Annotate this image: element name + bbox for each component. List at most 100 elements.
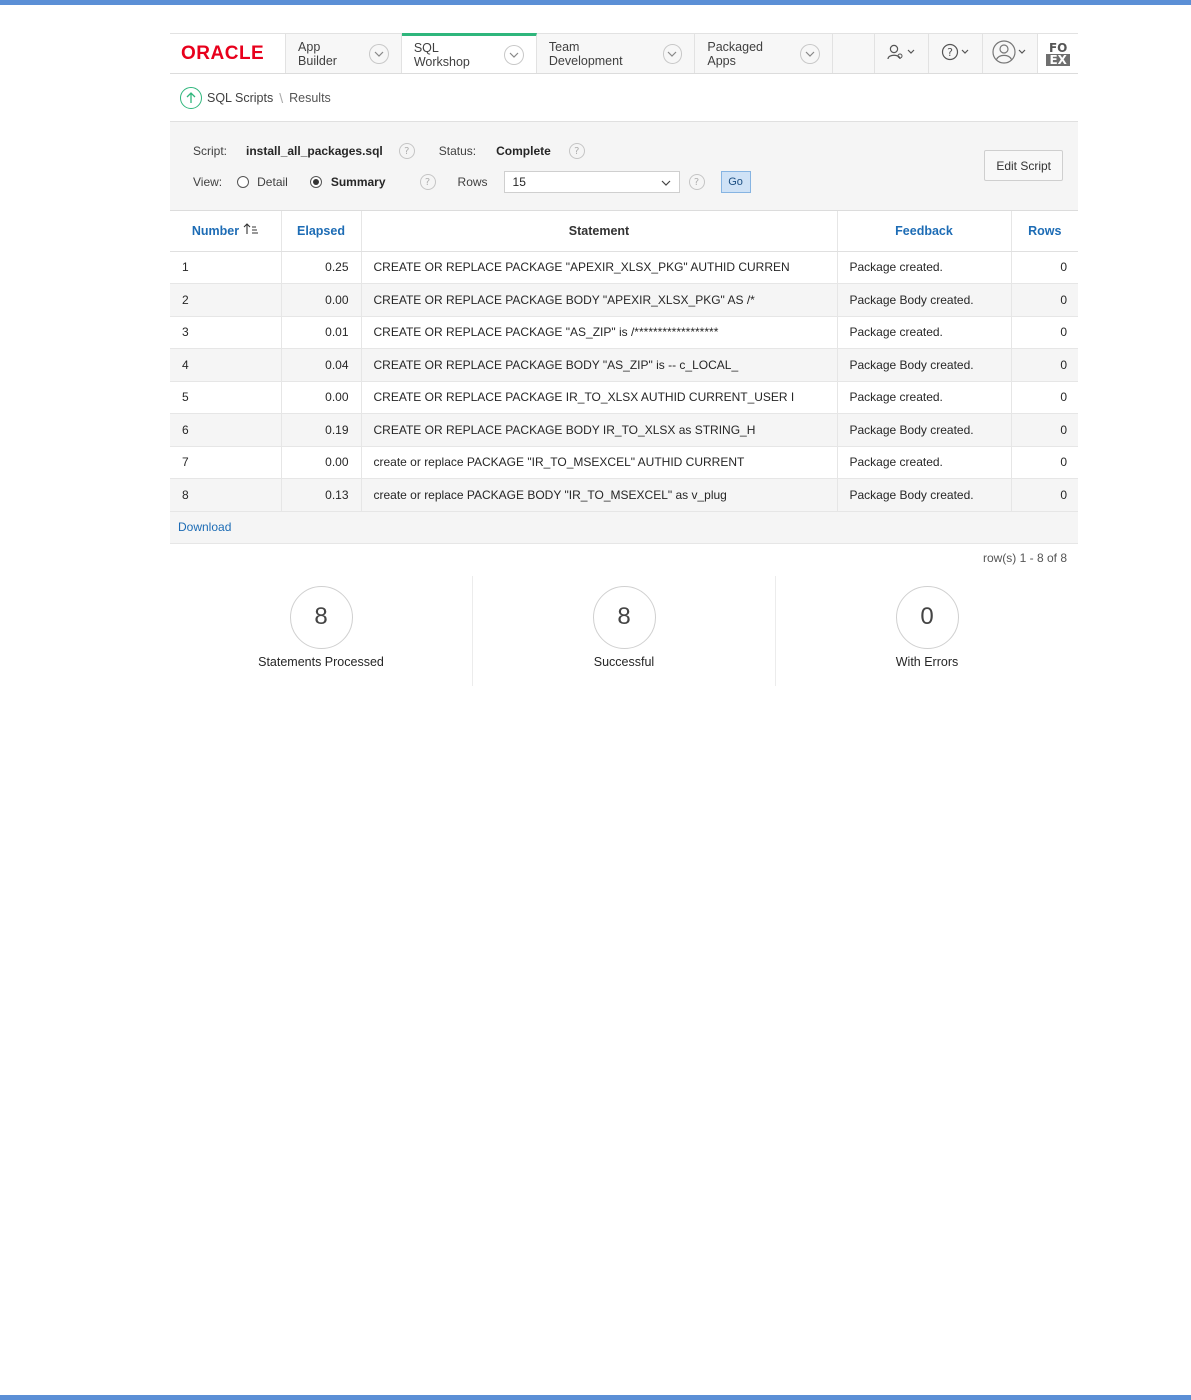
- cell-elapsed: 0.25: [281, 251, 362, 284]
- nav-spacer: [833, 34, 875, 73]
- table-row: 7 0.00 create or replace PACKAGE "IR_TO_…: [170, 446, 1078, 479]
- help-menu[interactable]: ?: [929, 34, 983, 73]
- cell-feedback: Package created.: [837, 381, 1012, 414]
- fo-logo-bottom: EX: [1046, 53, 1070, 66]
- oracle-logo[interactable]: ORACLE: [170, 34, 287, 73]
- tab-sql-workshop[interactable]: SQL Workshop: [401, 33, 537, 73]
- chevron-down-icon[interactable]: [369, 43, 389, 64]
- table-row: 3 0.01 CREATE OR REPLACE PACKAGE "AS_ZIP…: [170, 316, 1078, 349]
- view-label: View:: [193, 175, 223, 189]
- header-statement: Statement: [361, 211, 838, 252]
- main-nav: ORACLE App Builder SQL Workshop Team Dev…: [170, 33, 1079, 74]
- cell-rows: 0: [1011, 316, 1078, 349]
- cell-feedback: Package Body created.: [837, 478, 1012, 512]
- cell-number: 3: [170, 316, 282, 349]
- status-value: Complete: [496, 144, 551, 158]
- cell-statement: create or replace PACKAGE "IR_TO_MSEXCEL…: [361, 446, 838, 479]
- cell-feedback: Package Body created.: [837, 283, 1012, 317]
- tab-team-development[interactable]: Team Development: [537, 34, 696, 73]
- breadcrumb-current: Results: [289, 90, 331, 105]
- tab-label: Team Development: [548, 39, 623, 68]
- header-rows[interactable]: Rows: [1011, 211, 1078, 252]
- breadcrumb-sql-scripts[interactable]: SQL Scripts: [207, 91, 273, 105]
- radio-detail[interactable]: [237, 176, 250, 188]
- cell-rows: 0: [1011, 381, 1078, 414]
- stat-value: 0: [895, 585, 959, 649]
- stat-label: With Errors: [895, 654, 959, 669]
- stat-statements-processed: 8 Statements Processed: [170, 575, 473, 686]
- chevron-down-icon[interactable]: [662, 43, 683, 64]
- cell-number: 7: [170, 446, 282, 479]
- download-link[interactable]: Download: [178, 520, 231, 534]
- cell-statement: CREATE OR REPLACE PACKAGE "AS_ZIP" is /*…: [361, 316, 838, 349]
- radio-summary[interactable]: [309, 176, 322, 188]
- cell-elapsed: 0.00: [281, 381, 362, 414]
- help-icon: ?: [941, 43, 971, 64]
- cell-feedback: Package Body created.: [837, 348, 1012, 382]
- cell-rows: 0: [1011, 251, 1078, 284]
- script-name: install_all_packages.sql: [246, 144, 383, 158]
- results-table: Number Elapsed Statement Feedback Rows 1…: [170, 211, 1078, 512]
- table-row: 4 0.04 CREATE OR REPLACE PACKAGE BODY "A…: [170, 348, 1078, 382]
- cell-statement: CREATE OR REPLACE PACKAGE BODY "APEXIR_X…: [361, 283, 838, 317]
- header-elapsed[interactable]: Elapsed: [281, 211, 362, 252]
- status-label: Status:: [438, 144, 477, 158]
- radio-detail-label[interactable]: Detail: [257, 175, 288, 189]
- breadcrumb-separator: \: [279, 89, 284, 106]
- stat-value: 8: [592, 585, 656, 649]
- table-row: 5 0.00 CREATE OR REPLACE PACKAGE IR_TO_X…: [170, 381, 1078, 414]
- top-accent-bar: [0, 0, 1191, 5]
- edit-script-button[interactable]: Edit Script: [984, 150, 1063, 181]
- header-number[interactable]: Number: [170, 211, 282, 252]
- stat-label: Statements Processed: [258, 654, 384, 669]
- help-icon[interactable]: ?: [568, 143, 585, 159]
- cell-number: 1: [170, 251, 282, 284]
- cell-rows: 0: [1011, 478, 1078, 512]
- arrow-up-icon[interactable]: [180, 86, 202, 109]
- help-icon[interactable]: ?: [419, 174, 436, 190]
- cell-elapsed: 0.04: [281, 348, 362, 382]
- script-info-panel: Script: install_all_packages.sql ? Statu…: [170, 122, 1078, 211]
- table-header-row: Number Elapsed Statement Feedback Rows: [170, 211, 1078, 252]
- chevron-down-icon[interactable]: [504, 44, 524, 65]
- admin-menu[interactable]: [875, 34, 930, 73]
- cell-elapsed: 0.13: [281, 478, 362, 512]
- table-row: 6 0.19 CREATE OR REPLACE PACKAGE BODY IR…: [170, 413, 1078, 447]
- app-container: ORACLE App Builder SQL Workshop Team Dev…: [170, 33, 1079, 686]
- header-feedback[interactable]: Feedback: [837, 211, 1012, 252]
- chevron-down-icon[interactable]: [800, 43, 821, 64]
- cell-feedback: Package Body created.: [837, 413, 1012, 447]
- sort-ascending-icon: [243, 223, 259, 238]
- cell-number: 5: [170, 381, 282, 414]
- help-icon[interactable]: ?: [398, 143, 415, 159]
- cell-number: 6: [170, 413, 282, 447]
- stat-successful: 8 Successful: [473, 575, 776, 686]
- fo-ex-logo[interactable]: FO EX: [1038, 34, 1079, 73]
- tab-label: Packaged Apps: [707, 39, 763, 68]
- chevron-down-icon: [661, 175, 671, 189]
- user-icon: [992, 40, 1028, 67]
- tab-app-builder[interactable]: App Builder: [286, 34, 402, 73]
- pagination-text: row(s) 1 - 8 of 8: [982, 550, 1067, 565]
- cell-feedback: Package created.: [837, 251, 1012, 284]
- user-menu[interactable]: [983, 34, 1039, 73]
- cell-statement: CREATE OR REPLACE PACKAGE "APEXIR_XLSX_P…: [361, 251, 838, 284]
- admin-icon: [886, 44, 917, 63]
- cell-rows: 0: [1011, 413, 1078, 447]
- cell-rows: 0: [1011, 348, 1078, 382]
- rows-label: Rows: [457, 175, 488, 189]
- cell-statement: CREATE OR REPLACE PACKAGE BODY "AS_ZIP" …: [361, 348, 838, 382]
- cell-elapsed: 0.00: [281, 283, 362, 317]
- cell-statement: CREATE OR REPLACE PACKAGE BODY IR_TO_XLS…: [361, 413, 838, 447]
- logo-text: ORACLE: [181, 42, 265, 64]
- rows-select-value: 15: [512, 175, 526, 189]
- script-status-row: Script: install_all_packages.sql ? Statu…: [193, 143, 585, 159]
- rows-select[interactable]: 15: [503, 171, 680, 193]
- go-button[interactable]: Go: [720, 171, 751, 193]
- radio-summary-label[interactable]: Summary: [331, 175, 386, 189]
- cell-elapsed: 0.01: [281, 316, 362, 349]
- breadcrumb: SQL Scripts \ Results: [170, 74, 1078, 122]
- stat-with-errors: 0 With Errors: [776, 576, 1078, 686]
- tab-packaged-apps[interactable]: Packaged Apps: [695, 34, 834, 73]
- help-icon[interactable]: ?: [688, 174, 705, 190]
